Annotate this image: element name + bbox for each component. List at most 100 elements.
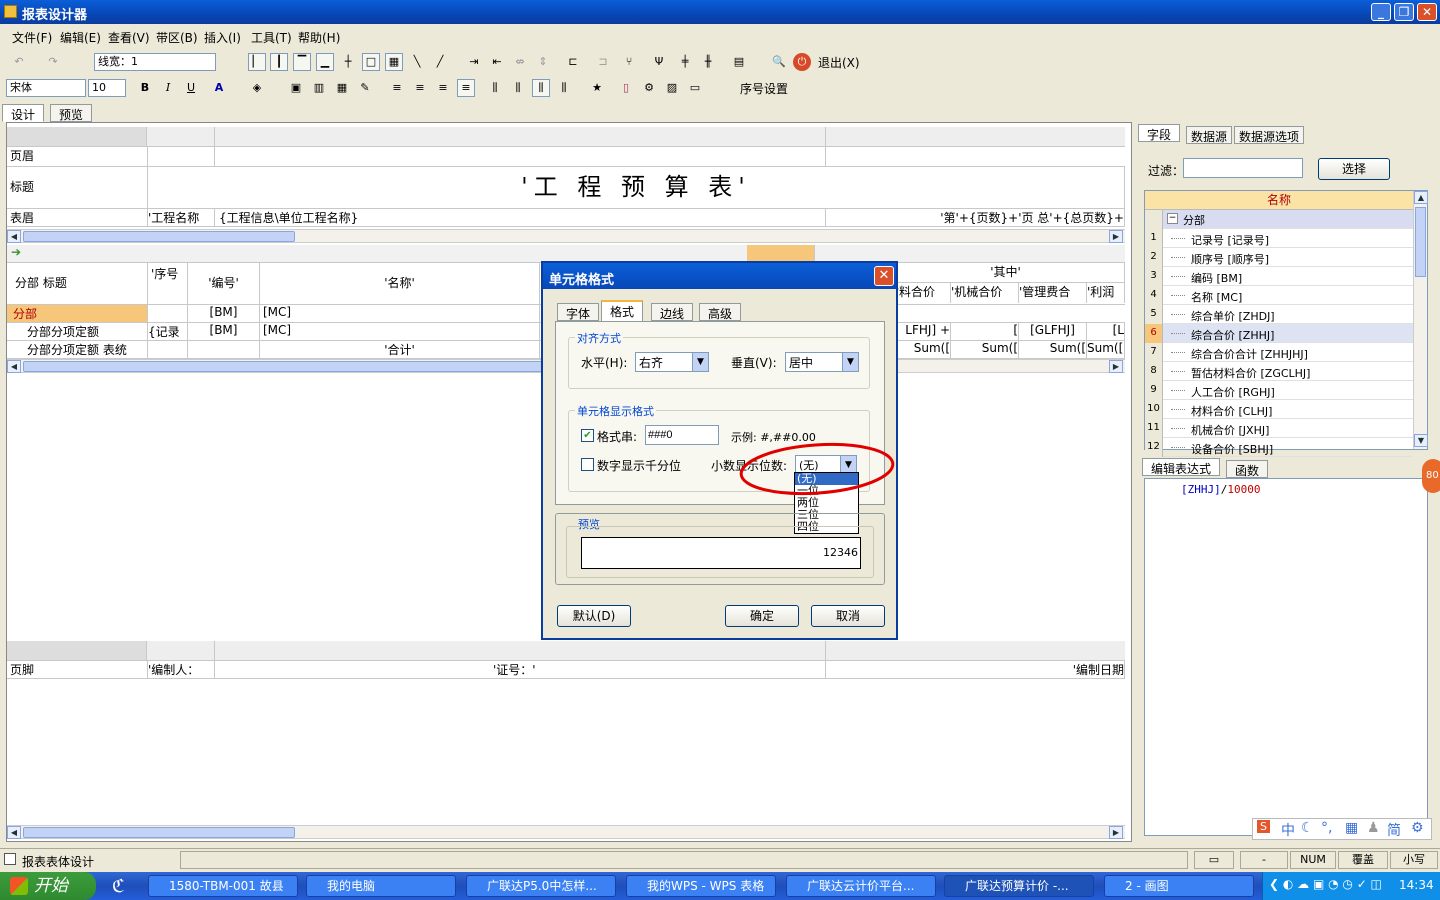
field-row[interactable]: 3 编码 [BM] [1145,267,1413,286]
border-left-icon[interactable]: ▏ [248,53,266,71]
border-inner-icon[interactable]: ┼ [339,53,357,71]
close-button[interactable]: ✕ [1417,3,1437,21]
valign-distribute-icon[interactable]: ⫼ [555,79,573,97]
project-name-cell[interactable]: {工程信息\单位工程名称} [215,209,826,226]
tab-advanced[interactable]: 高级 [699,303,742,321]
machine-col-header[interactable]: '机械合价 [951,283,1019,303]
scroll-thumb[interactable] [23,231,295,242]
mgmt-col-header[interactable]: '管理费合 [1019,283,1087,303]
field-row[interactable]: 1 记录号 [记录号] [1145,229,1413,248]
merge-icon[interactable]: ⑂ [620,53,638,71]
dialog-close-icon[interactable]: ✕ [874,266,894,286]
field-row[interactable]: 5 综合单价 [ZHDJ] [1145,305,1413,324]
task-cloud[interactable]: 广联达云计价平台... [786,875,936,897]
underline-button[interactable]: U [182,79,200,97]
detail-profit-cell[interactable]: [L [1087,323,1125,340]
ok-button[interactable]: 确定 [725,605,799,627]
detail-machine-cell[interactable]: [ [951,323,1019,340]
cert-cell[interactable]: '证号：' [215,661,826,678]
diagonal-down-icon[interactable]: ╲ [408,53,426,71]
align-justify-icon[interactable]: ≡ [434,79,452,97]
align-right-icon[interactable]: ≡ [457,79,475,97]
valign-bottom-icon[interactable]: ⫼ [509,79,527,97]
print-preview-icon[interactable]: 🔍 [770,53,788,71]
page-count-cell[interactable]: '第'+{页数}+'页 总'+{总页数}+ [826,209,1125,226]
settings-gear-icon[interactable]: ⚙ [640,79,658,97]
border-top-icon[interactable]: ▔ [293,53,311,71]
tab-border[interactable]: 边线 [651,303,694,321]
field-group-row[interactable]: − 分部 [1145,210,1413,229]
font-size-select[interactable]: 10 [88,79,126,97]
detail-name-cell[interactable]: [MC] [260,323,540,340]
menu-edit[interactable]: 编辑(E) [60,29,101,46]
browser-icon[interactable]: ℭ [112,876,125,897]
valign-top-icon[interactable]: ⫼ [486,79,504,97]
scroll-right-icon[interactable]: ▶ [1109,230,1123,243]
tab-datasource[interactable]: 数据源 [1186,126,1233,144]
horizontal-select[interactable]: 右齐 ▼ [635,352,709,372]
code-col-header[interactable]: '编号' [188,263,260,304]
detail-serial-cell[interactable]: {记录 [147,323,188,340]
cell-format-icon[interactable]: ▣ [287,79,305,97]
total-name-cell[interactable]: '合计' [260,341,540,358]
serial-setting-label[interactable]: 序号设置 [740,80,788,97]
delete-row-icon[interactable]: ⇕ [534,53,552,71]
bold-button[interactable]: B [136,79,154,97]
monitor-icon[interactable]: ▭ [686,79,704,97]
table-icon[interactable]: ▤ [730,53,748,71]
tab-fields[interactable]: 字段 [1138,124,1181,142]
band-table-head-row[interactable]: 表眉 '工程名称 {工程信息\单位工程名称} '第'+{页数}+'页 总'+{总… [7,209,1125,227]
insert-col-icon[interactable]: ⇥ [465,53,483,71]
font-color-icon[interactable]: A [210,79,228,97]
filter-input[interactable] [1183,158,1303,178]
cell[interactable] [215,147,826,166]
field-row[interactable]: 9 人工合价 [RGHJ] [1145,381,1413,400]
bottom-hscrollbar[interactable]: ◀ ▶ [7,825,1125,839]
cell[interactable] [147,305,188,322]
group-name-cell[interactable]: [MC] [260,305,540,322]
scroll-left-icon[interactable]: ◀ [7,826,21,839]
sum-cell[interactable]: Sum([ [951,341,1019,358]
band-title-row[interactable]: 标题 '工 程 预 算 表' [7,167,1125,209]
scroll-thumb[interactable] [23,827,295,838]
author-cell[interactable]: '编制人： [147,661,215,678]
ime-toolbar[interactable]: S 中 ☾ °, ▦ ♟ 简 ⚙ [1252,818,1432,840]
scroll-up-icon[interactable]: ▲ [1414,191,1428,204]
scroll-right-icon[interactable]: ▶ [1109,826,1123,839]
task-my-computer[interactable]: 我的电脑 [306,875,456,897]
field-row[interactable]: 2 顺序号 [顺序号] [1145,248,1413,267]
default-button[interactable]: 默认(D) [557,605,631,627]
menu-view[interactable]: 查看(V) [108,29,150,46]
sum-cell[interactable]: Sum([ [1087,341,1125,358]
cell[interactable] [147,147,215,166]
field-row[interactable]: 12 设备合价 [SBHJ] [1145,438,1413,457]
border-outer-icon[interactable]: □ [362,53,380,71]
clear-format-icon[interactable]: ✎ [356,79,374,97]
insert-row-icon[interactable]: ⇤ [488,53,506,71]
date-cell[interactable]: '编制日期 [826,661,1125,678]
field-row[interactable]: 8 暂估材料合价 [ZGCLHJ] [1145,362,1413,381]
group-code-cell[interactable]: [BM] [188,305,260,322]
tab-format[interactable]: 格式 [601,300,644,322]
menu-help[interactable]: 帮助(H) [298,29,340,46]
field-row[interactable]: 6 综合合价 [ZHHJ] [1145,324,1413,343]
delete-col-icon[interactable]: ⇎ [511,53,529,71]
tab-preview[interactable]: 预览 [50,104,93,122]
menu-band[interactable]: 带区(B) [156,29,198,46]
expression-editor[interactable]: [ZHHJ]/10000 [1144,478,1428,836]
vertical-select[interactable]: 居中 ▼ [785,352,859,372]
select-button[interactable]: 选择 [1318,158,1390,180]
star-icon[interactable]: ★ [588,79,606,97]
scroll-right-icon[interactable]: ▶ [1109,360,1123,373]
chevron-down-icon[interactable]: ▼ [692,353,708,371]
cell[interactable] [147,341,188,358]
field-row[interactable]: 10 材料合价 [CLHJ] [1145,400,1413,419]
field-list-scrollbar[interactable]: ▲ ▼ [1413,191,1428,449]
format-string-checkbox[interactable]: ✔ [581,429,594,442]
qizhong-header[interactable]: '其中' [887,263,1125,283]
field-row[interactable]: 7 综合合价合计 [ZHHJHJ] [1145,343,1413,362]
maximize-button[interactable]: ❐ [1394,3,1414,21]
page-setup-icon[interactable]: ▯ [617,79,635,97]
align-objects-icon[interactable]: ⊏ [564,53,582,71]
tray-icons[interactable]: ❮ ◐ ☁ ▣ ◔ ◷ ✓ ◫ [1269,877,1382,891]
